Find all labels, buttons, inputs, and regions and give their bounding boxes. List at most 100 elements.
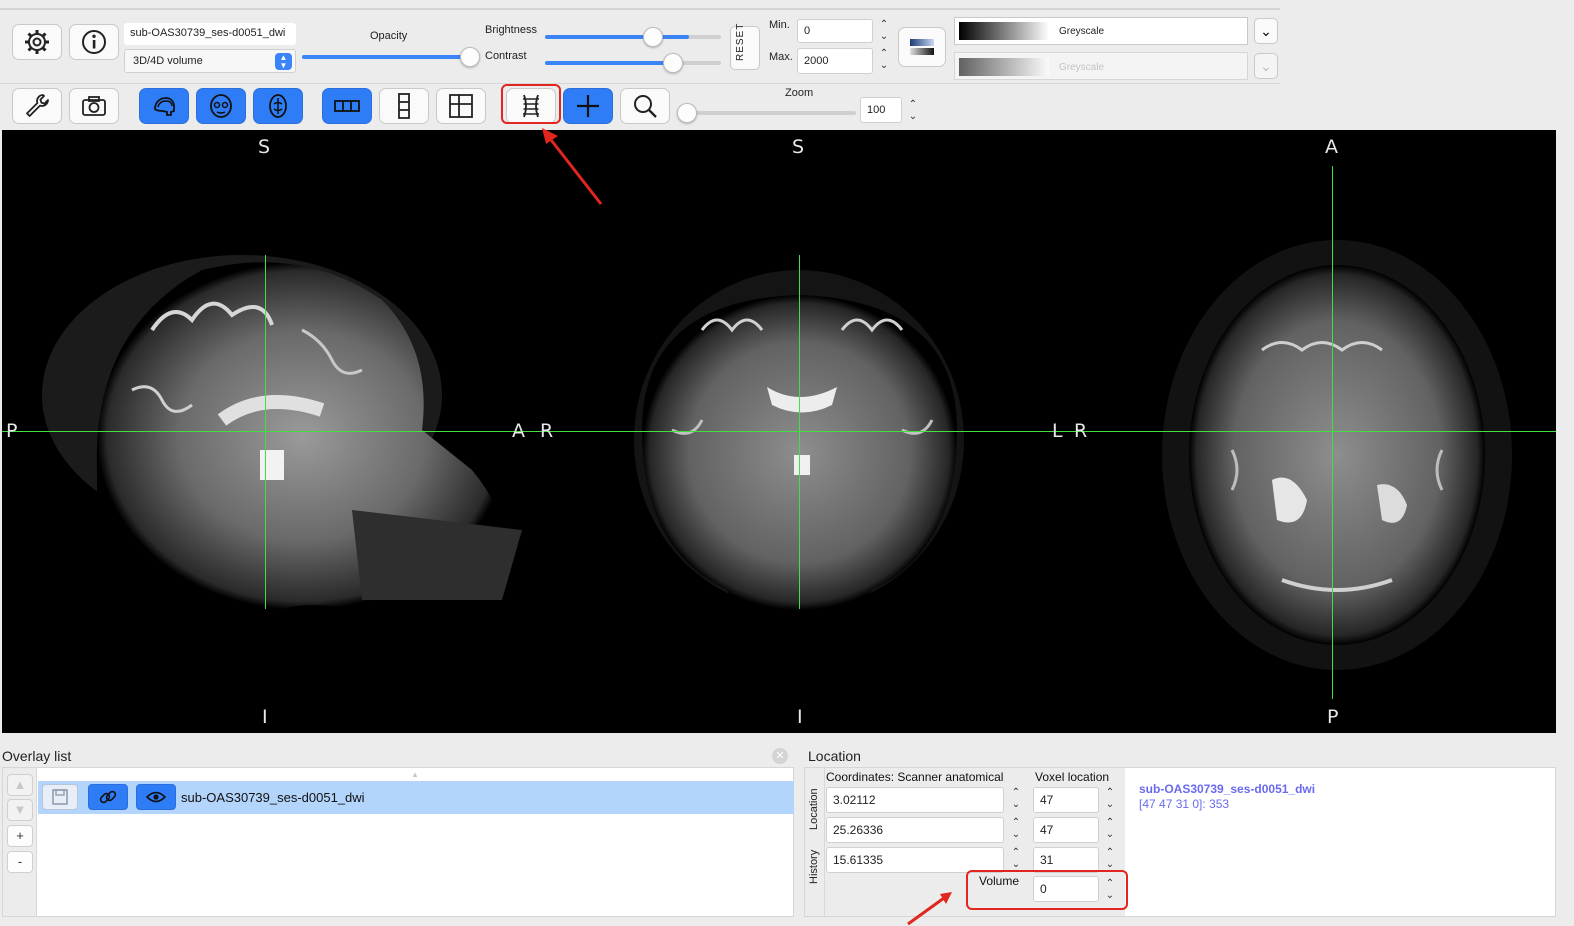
contrast-slider[interactable] (545, 61, 721, 65)
greyscale-gradient-disabled (959, 58, 1049, 76)
colormap-dropdown-button[interactable]: ⌄ (1254, 18, 1278, 44)
settings-button[interactable] (12, 24, 62, 60)
brightness-slider-handle[interactable] (643, 27, 663, 47)
horizontal-layout-button[interactable] (322, 88, 372, 124)
fsleyes-window: sub-OAS30739_ses-d0051_dwi 3D/4D volume … (0, 0, 1574, 926)
info-button[interactable] (69, 24, 119, 60)
floppy-disk-icon (52, 789, 68, 805)
annotation-arrow-top (542, 128, 603, 205)
ortho-view-canvas[interactable]: S I P A S I R L A P R (2, 130, 1556, 733)
reset-button[interactable]: RESET (730, 23, 760, 70)
location-title: Location (808, 748, 861, 764)
annotation-arrow-bottom (907, 892, 952, 926)
coronal-label-right: L (1052, 420, 1063, 442)
contrast-slider-handle[interactable] (663, 53, 683, 73)
zoom-slider-handle[interactable] (677, 103, 697, 123)
crosshair-icon (577, 95, 599, 117)
overlay-list-item[interactable]: sub-OAS30739_ses-d0051_dwi (38, 781, 794, 814)
zoom-input[interactable]: 100 (860, 97, 902, 123)
opacity-slider-handle[interactable] (460, 47, 480, 67)
negative-colormap-dropdown[interactable]: ⌄ (1254, 53, 1278, 79)
grid-layout-button[interactable] (436, 88, 486, 124)
greyscale-gradient (959, 22, 1049, 40)
axial-label-top: A (1325, 136, 1338, 158)
coronal-label-bottom: I (797, 706, 803, 728)
zoom-spinner[interactable]: ⌃ ⌄ (906, 99, 920, 125)
magnifier-icon (634, 95, 657, 118)
zoom-slider[interactable] (684, 111, 856, 115)
sagittal-crosshair-vertical (265, 255, 266, 609)
link-overlay-button[interactable] (88, 784, 128, 810)
min-spinner[interactable]: ⌃ ⌄ (877, 19, 891, 45)
max-spinner[interactable]: ⌃ ⌄ (877, 48, 891, 74)
voxel-x-spinner[interactable]: ⌃ ⌄ (1103, 787, 1117, 813)
brightness-slider[interactable] (545, 35, 721, 39)
coord-x-spinner[interactable]: ⌃ ⌄ (1009, 787, 1023, 813)
close-panel-icon[interactable]: ✕ (772, 748, 788, 764)
tab-location[interactable]: Location (808, 788, 820, 830)
view-settings-button[interactable] (12, 88, 62, 124)
max-input[interactable]: 2000 (797, 48, 873, 74)
opacity-slider[interactable] (302, 55, 470, 59)
brightness-label: Brightness (485, 24, 537, 36)
toggle-sagittal-button[interactable] (139, 88, 189, 124)
highlight-movie-button (501, 84, 561, 124)
select-arrows-icon: ▲ ▼ (275, 53, 292, 70)
sagittal-label-left: P (6, 420, 18, 442)
overlay-item-name: sub-OAS30739_ses-d0051_dwi (181, 790, 365, 805)
max-label: Max. (769, 51, 793, 63)
remove-overlay-button[interactable]: - (7, 851, 33, 873)
scroll-up-icon[interactable]: ▲ (411, 770, 419, 779)
vertical-layout-icon (398, 93, 410, 119)
overlay-list-title: Overlay list (2, 748, 72, 764)
coord-x-input[interactable]: 3.02112 (826, 787, 1004, 813)
brightness-fill (545, 35, 690, 39)
wrench-icon (26, 94, 49, 117)
colormap-name: Greyscale (1059, 26, 1105, 37)
overlay-name-field[interactable]: sub-OAS30739_ses-d0051_dwi (124, 23, 296, 45)
screenshot-button[interactable] (69, 88, 119, 124)
negative-colormap-name: Greyscale (1059, 62, 1105, 73)
zoom-button[interactable] (620, 88, 670, 124)
contrast-label: Contrast (485, 50, 527, 62)
axial-head-icon (269, 94, 287, 118)
crosshair-horizontal (2, 431, 1556, 432)
voxel-y-spinner[interactable]: ⌃ ⌄ (1103, 817, 1117, 843)
invert-colormap-button[interactable] (898, 27, 946, 67)
axial-crosshair-vertical (1332, 166, 1333, 699)
coronal-crosshair-vertical (799, 255, 800, 609)
colormap-select[interactable]: Greyscale (954, 17, 1248, 45)
eye-icon (146, 791, 166, 803)
vertical-layout-button[interactable] (379, 88, 429, 124)
link-chain-icon (99, 790, 117, 804)
opacity-label: Opacity (370, 30, 408, 42)
coordinates-header: Coordinates: Scanner anatomical (826, 770, 1004, 784)
contrast-fill (545, 61, 674, 65)
toggle-cursor-button[interactable] (563, 88, 613, 124)
move-down-button[interactable]: ▼ (7, 799, 33, 821)
overlay-type-value: 3D/4D volume (133, 55, 203, 67)
toggle-visibility-button[interactable] (136, 784, 176, 810)
voxel-x-input[interactable]: 47 (1033, 787, 1099, 813)
move-up-button[interactable]: ▲ (7, 774, 33, 796)
coronal-label-top: S (792, 136, 805, 158)
toggle-coronal-button[interactable] (196, 88, 246, 124)
min-input[interactable]: 0 (797, 19, 873, 43)
overlay-toolbar: sub-OAS30739_ses-d0051_dwi 3D/4D volume … (0, 8, 1280, 84)
toggle-axial-button[interactable] (253, 88, 303, 124)
negative-colormap-select[interactable]: Greyscale (954, 52, 1248, 80)
coronal-head-icon (210, 94, 232, 118)
sagittal-head-icon (154, 97, 175, 116)
location-side-tabs: Location History (805, 768, 825, 916)
sagittal-label-bottom: I (262, 706, 268, 728)
voxel-y-input[interactable]: 47 (1033, 817, 1099, 843)
save-overlay-button[interactable] (42, 784, 78, 810)
grid-layout-icon (449, 94, 473, 118)
coord-y-spinner[interactable]: ⌃ ⌄ (1009, 817, 1023, 843)
overlay-list-panel: ▲ ▼ + - sub-OAS30739_ses-d0051_dwi ▲ (2, 767, 794, 917)
overlay-type-select[interactable]: 3D/4D volume ▲ ▼ (124, 49, 296, 73)
coord-y-input[interactable]: 25.26336 (826, 817, 1004, 843)
tab-history[interactable]: History (808, 850, 820, 884)
gear-icon (25, 30, 49, 54)
add-overlay-button[interactable]: + (7, 825, 33, 847)
